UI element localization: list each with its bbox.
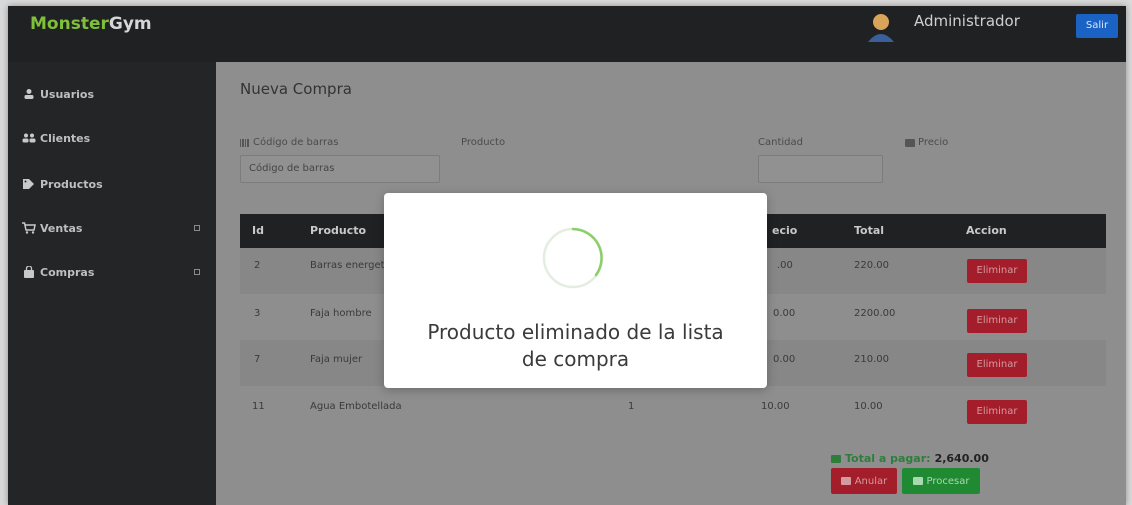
cell-id: 2 bbox=[254, 260, 261, 271]
cell-precio: 0.00 bbox=[773, 354, 796, 365]
users-icon bbox=[22, 131, 36, 145]
cell-cantidad: 1 bbox=[628, 401, 635, 412]
cell-precio: 0.00 bbox=[773, 308, 796, 319]
total-value: 2,640.00 bbox=[934, 452, 989, 465]
cart-icon bbox=[22, 221, 36, 235]
sidebar: Usuarios Clientes Productos Ventas Compr… bbox=[8, 62, 216, 505]
money-icon bbox=[840, 477, 851, 485]
quantity-label: Cantidad bbox=[758, 137, 803, 148]
barcode-label-text: Código de barras bbox=[253, 137, 339, 148]
sidebar-item-usuarios[interactable]: Usuarios bbox=[22, 84, 94, 104]
sidebar-item-label: Compras bbox=[40, 265, 95, 279]
total-to-pay: Total a pagar: 2,640.00 bbox=[831, 452, 989, 465]
delete-button[interactable]: Eliminar bbox=[967, 259, 1027, 283]
cell-producto: Faja hombre bbox=[310, 308, 372, 319]
col-id: Id bbox=[252, 224, 264, 237]
col-accion: Accion bbox=[966, 224, 1007, 237]
modal-message: Producto eliminado de la lista de compra bbox=[427, 320, 724, 371]
notification-modal: Producto eliminado de la lista de compra bbox=[384, 193, 767, 388]
product-label: Producto bbox=[461, 137, 506, 148]
barcode-input[interactable]: Código de barras bbox=[240, 155, 440, 183]
col-precio: ecio bbox=[772, 224, 798, 237]
ventas-caret-icon[interactable] bbox=[194, 225, 200, 231]
logout-button[interactable]: Salir bbox=[1076, 14, 1118, 38]
cell-precio: .00 bbox=[777, 260, 793, 271]
sidebar-item-label: Productos bbox=[40, 177, 103, 191]
price-label: Precio bbox=[905, 137, 948, 148]
sidebar-item-label: Clientes bbox=[40, 131, 91, 145]
cell-precio: 10.00 bbox=[761, 401, 790, 412]
cell-total: 2200.00 bbox=[854, 308, 896, 319]
cell-id: 11 bbox=[252, 401, 265, 412]
col-total: Total bbox=[854, 224, 885, 237]
compras-caret-icon[interactable] bbox=[194, 269, 200, 275]
barcode-label: Código de barras bbox=[240, 137, 338, 148]
sidebar-item-ventas[interactable]: Ventas bbox=[22, 218, 82, 238]
sidebar-item-compras[interactable]: Compras bbox=[22, 262, 94, 282]
user-icon bbox=[22, 87, 36, 101]
barcode-icon bbox=[240, 138, 250, 147]
brand-part1: Monster bbox=[30, 14, 109, 34]
cell-total: 10.00 bbox=[854, 401, 883, 412]
cell-producto: Agua Embotellada bbox=[310, 401, 402, 412]
loading-spinner-icon bbox=[542, 227, 604, 289]
delete-button[interactable]: Eliminar bbox=[967, 309, 1027, 333]
cell-total: 220.00 bbox=[854, 260, 889, 271]
app-window: MonsterGym Administrador Salir Usuarios … bbox=[8, 6, 1126, 505]
user-name[interactable]: Administrador bbox=[914, 12, 1020, 30]
money-icon bbox=[912, 477, 923, 485]
cell-producto: Faja mujer bbox=[310, 354, 363, 365]
process-label: Procesar bbox=[926, 475, 970, 487]
total-label: Total a pagar: bbox=[845, 452, 931, 465]
cell-producto: Barras energet bbox=[310, 260, 385, 271]
col-producto: Producto bbox=[310, 224, 367, 237]
cancel-label: Anular bbox=[854, 475, 888, 487]
price-label-text: Precio bbox=[918, 137, 949, 148]
sidebar-item-label: Ventas bbox=[40, 221, 83, 235]
money-icon bbox=[831, 454, 841, 463]
cell-id: 7 bbox=[254, 354, 261, 365]
page-title: Nueva Compra bbox=[240, 80, 352, 98]
cancel-button[interactable]: Anular bbox=[831, 468, 897, 494]
tags-icon bbox=[22, 177, 36, 191]
brand-logo[interactable]: MonsterGym bbox=[30, 14, 152, 34]
delete-button[interactable]: Eliminar bbox=[967, 400, 1027, 424]
cell-total: 210.00 bbox=[854, 354, 889, 365]
table-row: 11 Agua Embotellada 1 10.00 10.00 Elimin… bbox=[240, 386, 1106, 432]
sidebar-item-productos[interactable]: Productos bbox=[22, 174, 103, 194]
user-avatar-icon[interactable] bbox=[866, 12, 896, 42]
top-navbar: MonsterGym Administrador Salir bbox=[8, 6, 1126, 62]
process-button[interactable]: Procesar bbox=[902, 468, 980, 494]
delete-button[interactable]: Eliminar bbox=[967, 353, 1027, 377]
bag-icon bbox=[22, 265, 36, 279]
quantity-input[interactable] bbox=[758, 155, 883, 183]
money-icon bbox=[905, 138, 915, 147]
sidebar-item-label: Usuarios bbox=[40, 87, 95, 101]
brand-part2: Gym bbox=[108, 14, 152, 34]
sidebar-item-clientes[interactable]: Clientes bbox=[22, 128, 90, 148]
cell-id: 3 bbox=[254, 308, 261, 319]
